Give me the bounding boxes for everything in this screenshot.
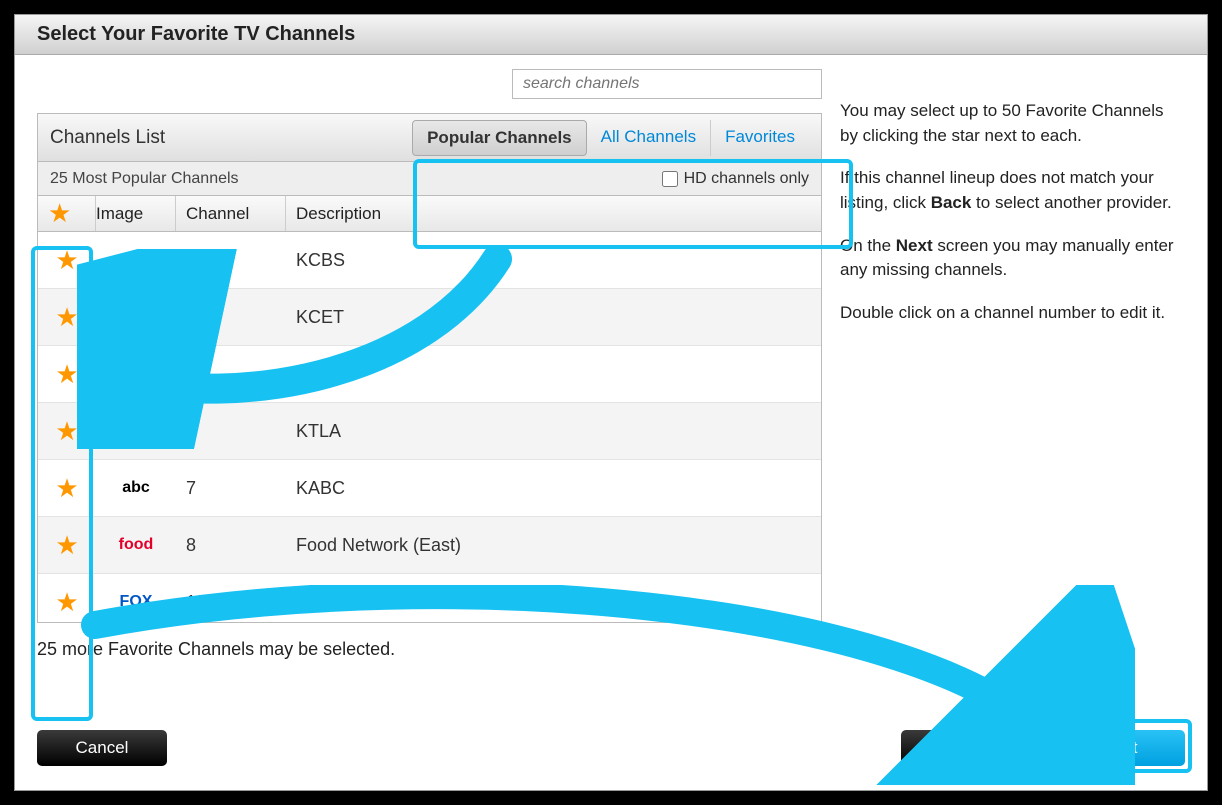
channels-panel: Channels List Popular Channels All Chann… (37, 113, 822, 623)
grid-body[interactable]: ★CBS2KCBS★KCET3KCET★NBC4KNBC★KTLA5KTLA★a… (38, 232, 821, 622)
channel-description: KNBC (286, 364, 821, 385)
hd-channels-label: HD channels only (684, 170, 809, 188)
channel-logo: abc (120, 477, 152, 499)
header-star-col: ★ (38, 196, 96, 231)
channel-number[interactable]: 3 (176, 307, 286, 328)
favorite-star-icon[interactable]: ★ (55, 473, 78, 504)
next-button[interactable]: Next (1055, 730, 1185, 766)
channel-description: KCBS (286, 250, 821, 271)
channel-logo: food (117, 534, 156, 556)
favorite-star-icon[interactable]: ★ (55, 587, 78, 618)
hd-channels-checkbox-label[interactable]: HD channels only (662, 170, 809, 188)
tab-all-channels[interactable]: All Channels (587, 120, 711, 156)
header-channel-col[interactable]: Channel (176, 196, 286, 231)
header-description-col[interactable]: Description (286, 196, 821, 231)
hd-channels-checkbox[interactable] (662, 171, 678, 187)
table-row[interactable]: ★KCET3KCET (38, 289, 821, 346)
search-input[interactable] (512, 69, 822, 99)
back-button[interactable]: Back (901, 730, 1031, 766)
channel-logo: NBC (117, 363, 156, 385)
channel-description: Food Network (East) (286, 535, 821, 556)
channel-number[interactable]: 7 (176, 478, 286, 499)
favorite-star-icon[interactable]: ★ (55, 359, 78, 390)
favorite-star-icon[interactable]: ★ (55, 245, 78, 276)
header-image-col[interactable]: Image (96, 196, 176, 231)
channel-description: KTLA (286, 421, 821, 442)
channel-logo: FOX (118, 591, 155, 613)
channel-description: KABC (286, 478, 821, 499)
table-row[interactable]: ★ FOX 11KTTV (38, 574, 821, 622)
table-row[interactable]: ★ abc 7KABC (38, 460, 821, 517)
channel-logo: KCET (112, 306, 160, 328)
page-title: Select Your Favorite TV Channels (37, 23, 355, 46)
star-icon: ★ (48, 198, 71, 229)
help-p2: If this channel lineup does not match yo… (840, 166, 1185, 215)
title-bar: Select Your Favorite TV Channels (15, 15, 1207, 55)
channel-number[interactable]: 11 (176, 592, 286, 613)
channel-number[interactable]: 8 (176, 535, 286, 556)
channel-logo: KTLA (113, 420, 160, 442)
tab-popular-channels[interactable]: Popular Channels (412, 120, 587, 156)
favorite-star-icon[interactable]: ★ (55, 416, 78, 447)
help-p1: You may select up to 50 Favorite Channel… (840, 99, 1185, 148)
table-row[interactable]: ★ NBC 4KNBC (38, 346, 821, 403)
table-row[interactable]: ★ food 8Food Network (East) (38, 517, 821, 574)
table-row[interactable]: ★KTLA5KTLA (38, 403, 821, 460)
button-row: Cancel Back Next (37, 730, 1185, 766)
favorite-star-icon[interactable]: ★ (55, 302, 78, 333)
channel-number[interactable]: 2 (176, 250, 286, 271)
help-p4: Double click on a channel number to edit… (840, 301, 1185, 326)
status-line: 25 more Favorite Channels may be selecte… (37, 639, 822, 660)
channel-description: KTTV (286, 592, 821, 613)
channel-description: KCET (286, 307, 821, 328)
dialog-window: Select Your Favorite TV Channels Channel… (14, 14, 1208, 791)
help-text: You may select up to 50 Favorite Channel… (840, 69, 1185, 790)
grid-header: ★ Image Channel Description (38, 196, 821, 232)
cancel-button[interactable]: Cancel (37, 730, 167, 766)
help-p3: On the Next screen you may manually ente… (840, 234, 1185, 283)
channel-number[interactable]: 5 (176, 421, 286, 442)
tabs: Popular Channels All Channels Favorites (412, 120, 809, 156)
table-row[interactable]: ★ CBS 2KCBS (38, 232, 821, 289)
left-column: Channels List Popular Channels All Chann… (37, 69, 822, 790)
panel-title: Channels List (50, 127, 412, 149)
panel-subtitle: 25 Most Popular Channels (50, 170, 239, 188)
channel-number[interactable]: 4 (176, 364, 286, 385)
favorite-star-icon[interactable]: ★ (55, 530, 78, 561)
tab-favorites[interactable]: Favorites (711, 120, 809, 156)
channel-logo: CBS (117, 249, 155, 271)
